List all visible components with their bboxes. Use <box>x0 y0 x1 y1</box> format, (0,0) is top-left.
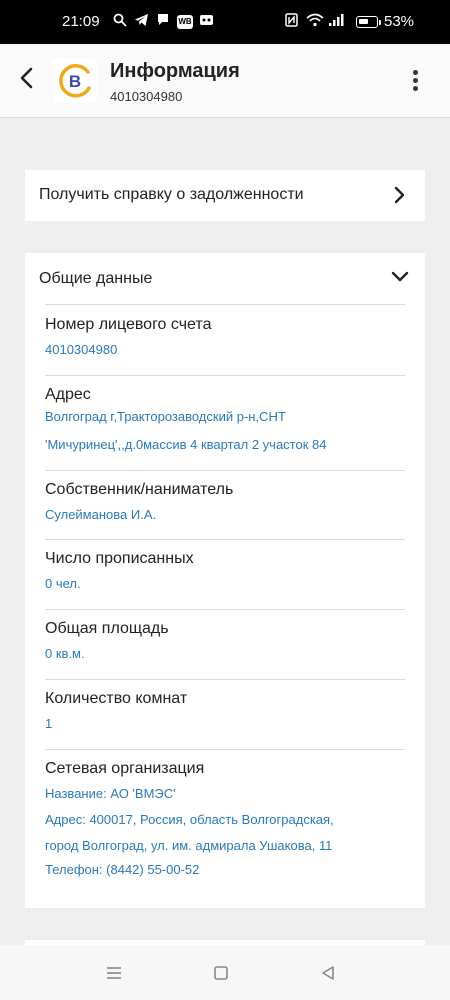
battery-icon <box>356 16 378 28</box>
home-button[interactable] <box>209 961 233 985</box>
divider <box>45 375 405 376</box>
divider <box>45 539 405 540</box>
chevron-down-icon <box>391 271 409 282</box>
network-org-name: Название: АО 'ВМЭС' <box>45 786 176 801</box>
total-area-label: Общая площадь <box>45 620 169 637</box>
wifi-icon <box>306 13 324 30</box>
divider <box>45 470 405 471</box>
nfc-icon <box>285 13 298 30</box>
more-vert-icon <box>412 69 418 75</box>
owner-label: Собственник/наниматель <box>45 481 234 498</box>
network-org-phone: Телефон: (8442) 55-00-52 <box>45 862 200 877</box>
app-bar: B Информация 4010304980 <box>0 44 450 118</box>
search-icon <box>113 13 127 30</box>
account-number-value: 4010304980 <box>45 342 118 357</box>
telegram-icon <box>134 13 149 30</box>
svg-text:B: B <box>69 72 81 91</box>
back-button[interactable] <box>6 56 46 100</box>
arrow-left-icon <box>20 67 33 89</box>
divider <box>45 749 405 750</box>
account-number-label: Номер лицевого счета <box>45 316 212 333</box>
divider <box>45 609 405 610</box>
square-icon <box>214 966 228 980</box>
signal-icon <box>328 13 344 30</box>
status-time: 21:09 <box>62 13 100 30</box>
total-area-value: 0 кв.м. <box>45 646 85 661</box>
address-label: Адрес <box>45 386 91 403</box>
debt-certificate-label: Получить справку о задолженности <box>39 186 304 203</box>
network-org-address-line-2: город Волгоград, ул. им. адмирала Ушаков… <box>45 838 333 853</box>
general-data-header[interactable]: Общие данные <box>25 253 425 303</box>
system-nav-bar <box>0 945 450 1000</box>
system-back-button[interactable] <box>316 961 340 985</box>
recents-button[interactable] <box>102 961 126 985</box>
divider <box>45 304 405 305</box>
triangle-back-icon <box>322 966 334 980</box>
owner-value: Сулейманова И.А. <box>45 507 157 522</box>
chevron-right-icon <box>394 186 405 204</box>
more-options-button[interactable] <box>400 58 430 102</box>
company-logo: B <box>53 59 97 103</box>
rooms-count-label: Количество комнат <box>45 690 188 707</box>
chat-icon <box>156 13 170 30</box>
divider <box>45 679 405 680</box>
account-number-subtitle: 4010304980 <box>110 89 183 104</box>
section-title: Общие данные <box>39 270 153 287</box>
network-organization-label: Сетевая организация <box>45 760 205 777</box>
address-value-line-1: Волгоград г,Тракторозаводский р-н,СНТ <box>45 409 286 424</box>
network-org-address-line-1: Адрес: 400017, Россия, область Волгоград… <box>45 812 334 827</box>
wildberries-icon: WB <box>177 15 193 29</box>
address-value-line-2: 'Мичуринец',,д.0массив 4 квартал 2 участ… <box>45 437 327 452</box>
menu-icon <box>107 967 121 979</box>
rooms-count-value: 1 <box>45 716 53 731</box>
get-debt-certificate-button[interactable]: Получить справку о задолженности <box>25 170 425 221</box>
registered-count-label: Число прописанных <box>45 550 194 567</box>
general-data-section: Общие данные Номер лицевого счета 401030… <box>25 253 425 908</box>
registered-count-value: 0 чел. <box>45 576 81 591</box>
status-bar: 21:09 WB 53% <box>0 0 450 44</box>
app-notification-icon <box>199 13 214 30</box>
page-title: Информация <box>110 60 240 82</box>
battery-percent: 53% <box>384 13 415 30</box>
